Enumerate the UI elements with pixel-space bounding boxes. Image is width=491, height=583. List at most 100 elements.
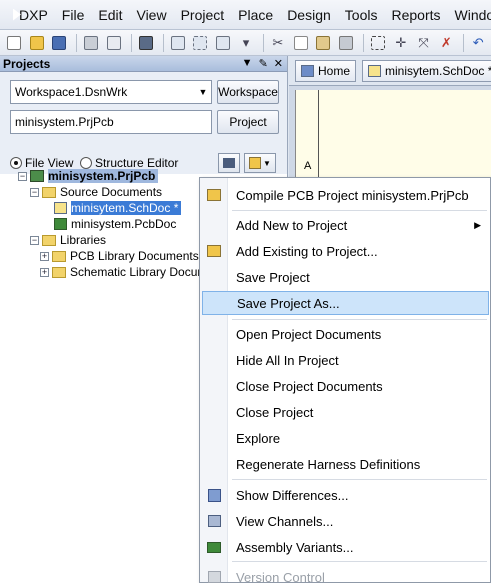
project-button[interactable]: Project <box>217 110 279 134</box>
tree-pcb-library-documents-label: PCB Library Documents <box>70 249 199 263</box>
folder-icon <box>52 250 66 262</box>
menu-item-version-control[interactable]: Version Control <box>202 565 489 583</box>
print-preview-icon[interactable] <box>104 34 124 52</box>
menu-item-close-project-label: Close Project <box>236 404 314 420</box>
project-field[interactable]: minisystem.PrjPcb <box>10 110 212 134</box>
tab-schdoc[interactable]: minisytem.SchDoc * <box>362 59 491 82</box>
pin-icon[interactable]: ✎ <box>259 57 268 70</box>
menu-tools[interactable]: Tools <box>338 7 385 23</box>
menu-item-save-project-as-label: Save Project As... <box>237 295 340 311</box>
tree-source-documents[interactable]: − Source Documents <box>30 184 162 200</box>
panel-menu-icon[interactable]: ▼ <box>242 57 253 70</box>
menu-item-assembly-variants-label: Assembly Variants... <box>236 539 354 555</box>
tree-schdoc[interactable]: minisytem.SchDoc * <box>54 200 182 216</box>
menu-item-view-channels[interactable]: View Channels... <box>202 509 489 533</box>
tree-libraries[interactable]: − Libraries <box>30 232 106 248</box>
select-area-icon[interactable] <box>368 34 388 52</box>
new-document-icon[interactable] <box>4 34 24 52</box>
menu-item-close-project[interactable]: Close Project <box>202 400 489 424</box>
menu-item-show-differences[interactable]: Show Differences... <box>202 483 489 507</box>
document-icon <box>249 157 262 169</box>
collapse-icon[interactable]: − <box>18 171 27 181</box>
cut-icon[interactable]: ✂ <box>268 34 288 52</box>
workspace-button[interactable]: Workspace <box>217 80 279 104</box>
menu-place[interactable]: Place <box>231 7 280 23</box>
layers-icon[interactable] <box>136 34 156 52</box>
zoom-fit-icon[interactable] <box>168 34 188 52</box>
menu-item-version-control-label: Version Control <box>236 569 325 583</box>
deselect-icon[interactable]: ⤧ <box>414 34 434 52</box>
view-channels-icon <box>206 514 222 528</box>
zoom-selected-icon[interactable] <box>213 34 233 52</box>
schematic-document-icon <box>368 64 382 77</box>
menu-item-hide-all[interactable]: Hide All In Project <box>202 348 489 372</box>
toolbar-separator <box>130 33 132 52</box>
menu-item-compile[interactable]: Compile PCB Project minisystem.PrjPcb <box>202 183 489 207</box>
tree-pcbdoc[interactable]: minisystem.PcbDoc <box>54 216 176 232</box>
menu-item-save-project-as[interactable]: Save Project As... <box>202 291 489 315</box>
clear-filter-icon[interactable]: ✗ <box>436 34 456 52</box>
rubber-stamp-icon[interactable] <box>336 34 356 52</box>
workspace-combo[interactable]: Workspace1.DsnWrk ▼ <box>10 80 212 104</box>
sheet-row-label: A <box>304 160 312 172</box>
menu-item-add-existing[interactable]: Add Existing to Project... <box>202 239 489 263</box>
menu-item-close-documents[interactable]: Close Project Documents <box>202 374 489 398</box>
menu-item-regenerate-harness-label: Regenerate Harness Definitions <box>236 456 421 472</box>
toolbar-separator <box>363 33 365 52</box>
document-menu-button[interactable]: ▼ <box>244 153 276 173</box>
compile-icon <box>206 188 222 202</box>
menu-window[interactable]: Window <box>448 7 491 23</box>
tree-schdoc-label: minisytem.SchDoc * <box>71 201 182 215</box>
project-options-button[interactable] <box>218 153 240 173</box>
add-existing-icon <box>206 244 222 258</box>
tab-home[interactable]: Home <box>295 59 357 82</box>
tree-pcb-library-documents[interactable]: + PCB Library Documents <box>40 248 199 264</box>
print-icon[interactable] <box>81 34 101 52</box>
menu-separator <box>232 210 487 211</box>
menu-separator <box>232 319 487 320</box>
menu-view[interactable]: View <box>129 7 173 23</box>
panel-controls: ▼ ✎ ✕ <box>242 57 287 70</box>
tree-pcbdoc-label: minisystem.PcbDoc <box>71 217 177 231</box>
undo-icon[interactable]: ↶ <box>468 34 488 52</box>
menu-item-save-project[interactable]: Save Project <box>202 265 489 289</box>
menu-edit[interactable]: Edit <box>91 7 129 23</box>
menu-reports[interactable]: Reports <box>384 7 447 23</box>
tree-project-node[interactable]: − minisystem.PrjPcb <box>18 168 159 184</box>
folder-icon <box>42 186 56 198</box>
chevron-down-icon[interactable]: ▼ <box>195 87 211 97</box>
menu-project[interactable]: Project <box>174 7 232 23</box>
menu-item-explore-label: Explore <box>236 430 281 446</box>
tree-source-documents-label: Source Documents <box>60 185 163 199</box>
paste-icon[interactable] <box>314 34 334 52</box>
open-folder-icon[interactable] <box>27 34 47 52</box>
menu-item-explore[interactable]: Explore <box>202 426 489 450</box>
menu-bar: DXP File Edit View Project Place Design … <box>0 0 491 30</box>
save-icon[interactable] <box>50 34 70 52</box>
menu-item-close-documents-label: Close Project Documents <box>236 378 383 394</box>
copy-icon[interactable] <box>291 34 311 52</box>
chevron-down-icon: ▼ <box>263 158 271 168</box>
menu-item-assembly-variants[interactable]: Assembly Variants... <box>202 535 489 559</box>
folder-icon <box>52 266 66 278</box>
menu-item-regenerate-harness[interactable]: Regenerate Harness Definitions <box>202 452 489 476</box>
zoom-area-icon[interactable] <box>191 34 211 52</box>
tab-schdoc-label: minisytem.SchDoc * <box>385 63 491 78</box>
expand-icon[interactable]: + <box>40 267 49 277</box>
menu-design[interactable]: Design <box>280 7 338 23</box>
menu-file[interactable]: File <box>55 7 92 23</box>
menu-item-add-new-label: Add New to Project <box>236 217 348 233</box>
menu-item-open-documents[interactable]: Open Project Documents <box>202 322 489 346</box>
close-icon[interactable]: ✕ <box>274 57 283 70</box>
menu-item-compile-label: Compile PCB Project minisystem.PrjPcb <box>236 187 469 203</box>
collapse-icon[interactable]: − <box>30 187 39 197</box>
move-icon[interactable]: ✛ <box>391 34 411 52</box>
expand-icon[interactable]: + <box>40 251 49 261</box>
schematic-document-icon <box>54 202 67 214</box>
zoom-dropdown-icon[interactable]: ▾ <box>236 34 256 52</box>
pcb-project-icon <box>30 170 44 182</box>
home-icon <box>301 64 314 77</box>
menu-item-add-new[interactable]: Add New to Project ▶ <box>202 213 489 237</box>
project-context-menu: Compile PCB Project minisystem.PrjPcb Ad… <box>199 177 491 583</box>
collapse-icon[interactable]: − <box>30 235 39 245</box>
